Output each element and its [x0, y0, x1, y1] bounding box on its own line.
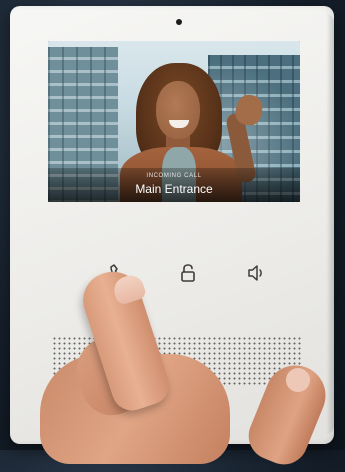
panel-side-shading	[326, 14, 334, 434]
video-screen: INCOMING CALL Main Entrance	[48, 41, 300, 202]
answer-call-button[interactable]	[104, 258, 134, 288]
speaker-volume-icon	[248, 265, 262, 281]
unlock-door-button[interactable]	[173, 258, 203, 288]
call-status-label: INCOMING CALL	[146, 173, 202, 179]
call-caption-bar: INCOMING CALL Main Entrance	[48, 168, 300, 202]
visitor-face	[156, 81, 200, 139]
call-handset-icon	[110, 264, 128, 282]
camera-lens	[176, 19, 182, 25]
speaker-grille	[52, 336, 302, 386]
volume-button[interactable]	[241, 258, 271, 288]
caller-location-label: Main Entrance	[135, 182, 213, 196]
unlock-icon	[181, 264, 195, 282]
